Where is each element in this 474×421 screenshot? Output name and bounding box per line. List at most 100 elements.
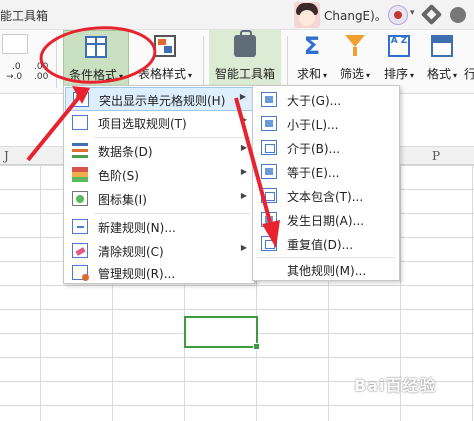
sort-label: 排序 [383,67,408,81]
conditional-format-button[interactable]: 条件格式 ▾ [63,30,129,93]
selected-cell[interactable] [184,316,260,350]
chevron-down-icon: ▾ [453,71,458,80]
increase-decimal-label[interactable]: .0 [12,62,21,72]
highlight-rules-submenu: 大于(G)... 小于(L)... 介于(B)... 等于(E)... 文本包含… [252,85,400,281]
chevron-down-icon: ▾ [188,71,193,80]
icon-sets-icon [72,191,88,206]
between-icon [261,140,277,155]
submenu-arrow-icon: ▶ [240,143,247,152]
menu-item-manage-rules[interactable]: 管理规则(R)... [65,261,253,285]
menu-item-label: 色阶(S) [98,169,139,183]
column-header-j[interactable]: J [4,149,9,163]
member-coin-icon[interactable] [388,5,408,25]
sum-button[interactable]: Σ 求和 ▾ [292,30,332,93]
menu-item-label: 数据条(D) [98,145,153,159]
filter-button[interactable]: 筛选 ▾ [334,30,376,93]
menu-item-label: 清除规则(C) [98,245,164,259]
submenu-arrow-icon: ▶ [240,167,247,176]
font-dropdown[interactable] [2,34,28,54]
color-scales-icon [72,167,88,182]
menu-item-label: 文本包含(T)... [287,190,364,204]
menu-item-label: 介于(B)... [287,142,341,156]
user-name[interactable]: ChangE)。 [324,7,387,24]
decrease-decimal-label-2[interactable]: .00 [34,72,48,82]
ribbon-divider [56,36,57,88]
decrease-decimal-label[interactable]: →.0 [6,72,22,82]
menu-item-new-rule[interactable]: 新建规则(N)... [65,215,253,239]
conditional-format-icon [85,36,107,58]
text-contains-icon [261,188,277,203]
menu-item-highlight-rules[interactable]: 突出显示单元格规则(H) ▶ [65,87,253,111]
chevron-down-icon: ▾ [410,71,415,80]
menu-item-label: 大于(G)... [287,94,342,108]
filter-label: 筛选 [339,67,364,81]
rows-label: 行 [464,67,474,81]
column-header-p[interactable]: P [432,149,440,163]
manage-rules-icon [72,265,89,281]
menu-item-label: 等于(E)... [287,166,340,180]
table-style-button[interactable]: 表格样式 ▾ [131,30,199,93]
data-bars-icon [72,143,88,158]
menu-item-icon-sets[interactable]: 图标集(I) ▶ [65,187,253,211]
share-icon[interactable] [450,7,466,23]
increase-decimal-label-2[interactable]: .00 [34,62,48,72]
sum-label: 求和 [296,67,321,81]
menu-item-data-bars[interactable]: 数据条(D) ▶ [65,139,253,163]
menu-item-less-than[interactable]: 小于(L)... [254,112,398,136]
format-label: 格式 [426,67,451,81]
equal-to-icon [261,164,277,179]
submenu-arrow-icon: ▶ [240,191,247,200]
ribbon-divider [203,36,204,88]
toolbox-icon [234,30,256,57]
menu-item-greater-than[interactable]: 大于(G)... [254,88,398,112]
greater-than-icon [261,92,277,107]
chevron-down-icon[interactable]: ▾ [410,8,415,18]
new-rule-icon [72,219,88,234]
menu-separator [94,213,250,214]
menu-item-label: 管理规则(R)... [98,267,176,281]
menu-item-label: 小于(L)... [287,118,339,132]
menu-item-color-scales[interactable]: 色阶(S) ▶ [65,163,253,187]
sigma-icon: Σ [303,32,321,60]
menu-item-more-rules[interactable]: 其他规则(M)... [254,258,398,282]
submenu-arrow-icon: ▶ [240,115,247,124]
window-title: 能工具箱 [0,9,49,23]
highlight-rules-icon [73,92,89,107]
date-occurring-icon [261,212,277,227]
menu-separator [94,137,250,138]
rows-button[interactable]: 行 [464,30,474,93]
sort-button[interactable]: A Z 排序 ▾ [378,30,420,93]
less-than-icon [261,116,277,131]
chevron-down-icon: ▾ [366,71,371,80]
smart-toolbox-button[interactable]: 智能工具箱 [209,30,281,93]
funnel-icon [345,35,365,56]
menu-item-label: 新建规则(N)... [98,221,176,235]
menu-item-between[interactable]: 介于(B)... [254,136,398,160]
smart-toolbox-label: 智能工具箱 [214,67,275,81]
table-style-icon [154,35,176,57]
submenu-arrow-icon: ▶ [240,243,247,252]
chevron-down-icon: ▾ [119,72,124,81]
top-bottom-rules-icon [72,115,88,130]
menu-item-date-occurring[interactable]: 发生日期(A)... [254,208,398,232]
menu-item-label: 发生日期(A)... [287,214,365,228]
ribbon-divider [287,36,288,88]
menu-item-text-contains[interactable]: 文本包含(T)... [254,184,398,208]
format-button[interactable]: 格式 ▾ [422,30,462,93]
table-style-label: 表格样式 [137,67,186,81]
submenu-arrow-icon: ▶ [239,92,246,101]
title-bar: 能工具箱 ChangE)。 ▾ [0,0,474,30]
menu-item-label: 图标集(I) [98,193,147,207]
menu-item-top-bottom-rules[interactable]: 项目选取规则(T) ▶ [65,111,253,135]
sort-az-icon: A Z [388,35,410,57]
chevron-down-icon: ▾ [323,71,328,80]
user-avatar[interactable] [294,2,320,28]
cube-icon[interactable] [420,3,443,26]
menu-item-duplicate-values[interactable]: 重复值(D)... [254,232,398,256]
menu-item-equal-to[interactable]: 等于(E)... [254,160,398,184]
baidu-watermark: Bai百经验 [354,376,437,395]
duplicate-values-icon [261,236,277,251]
menu-item-label: 其他规则(M)... [287,264,367,278]
menu-item-clear-rules[interactable]: 清除规则(C) ▶ [65,239,253,263]
clear-rules-icon [72,243,88,258]
